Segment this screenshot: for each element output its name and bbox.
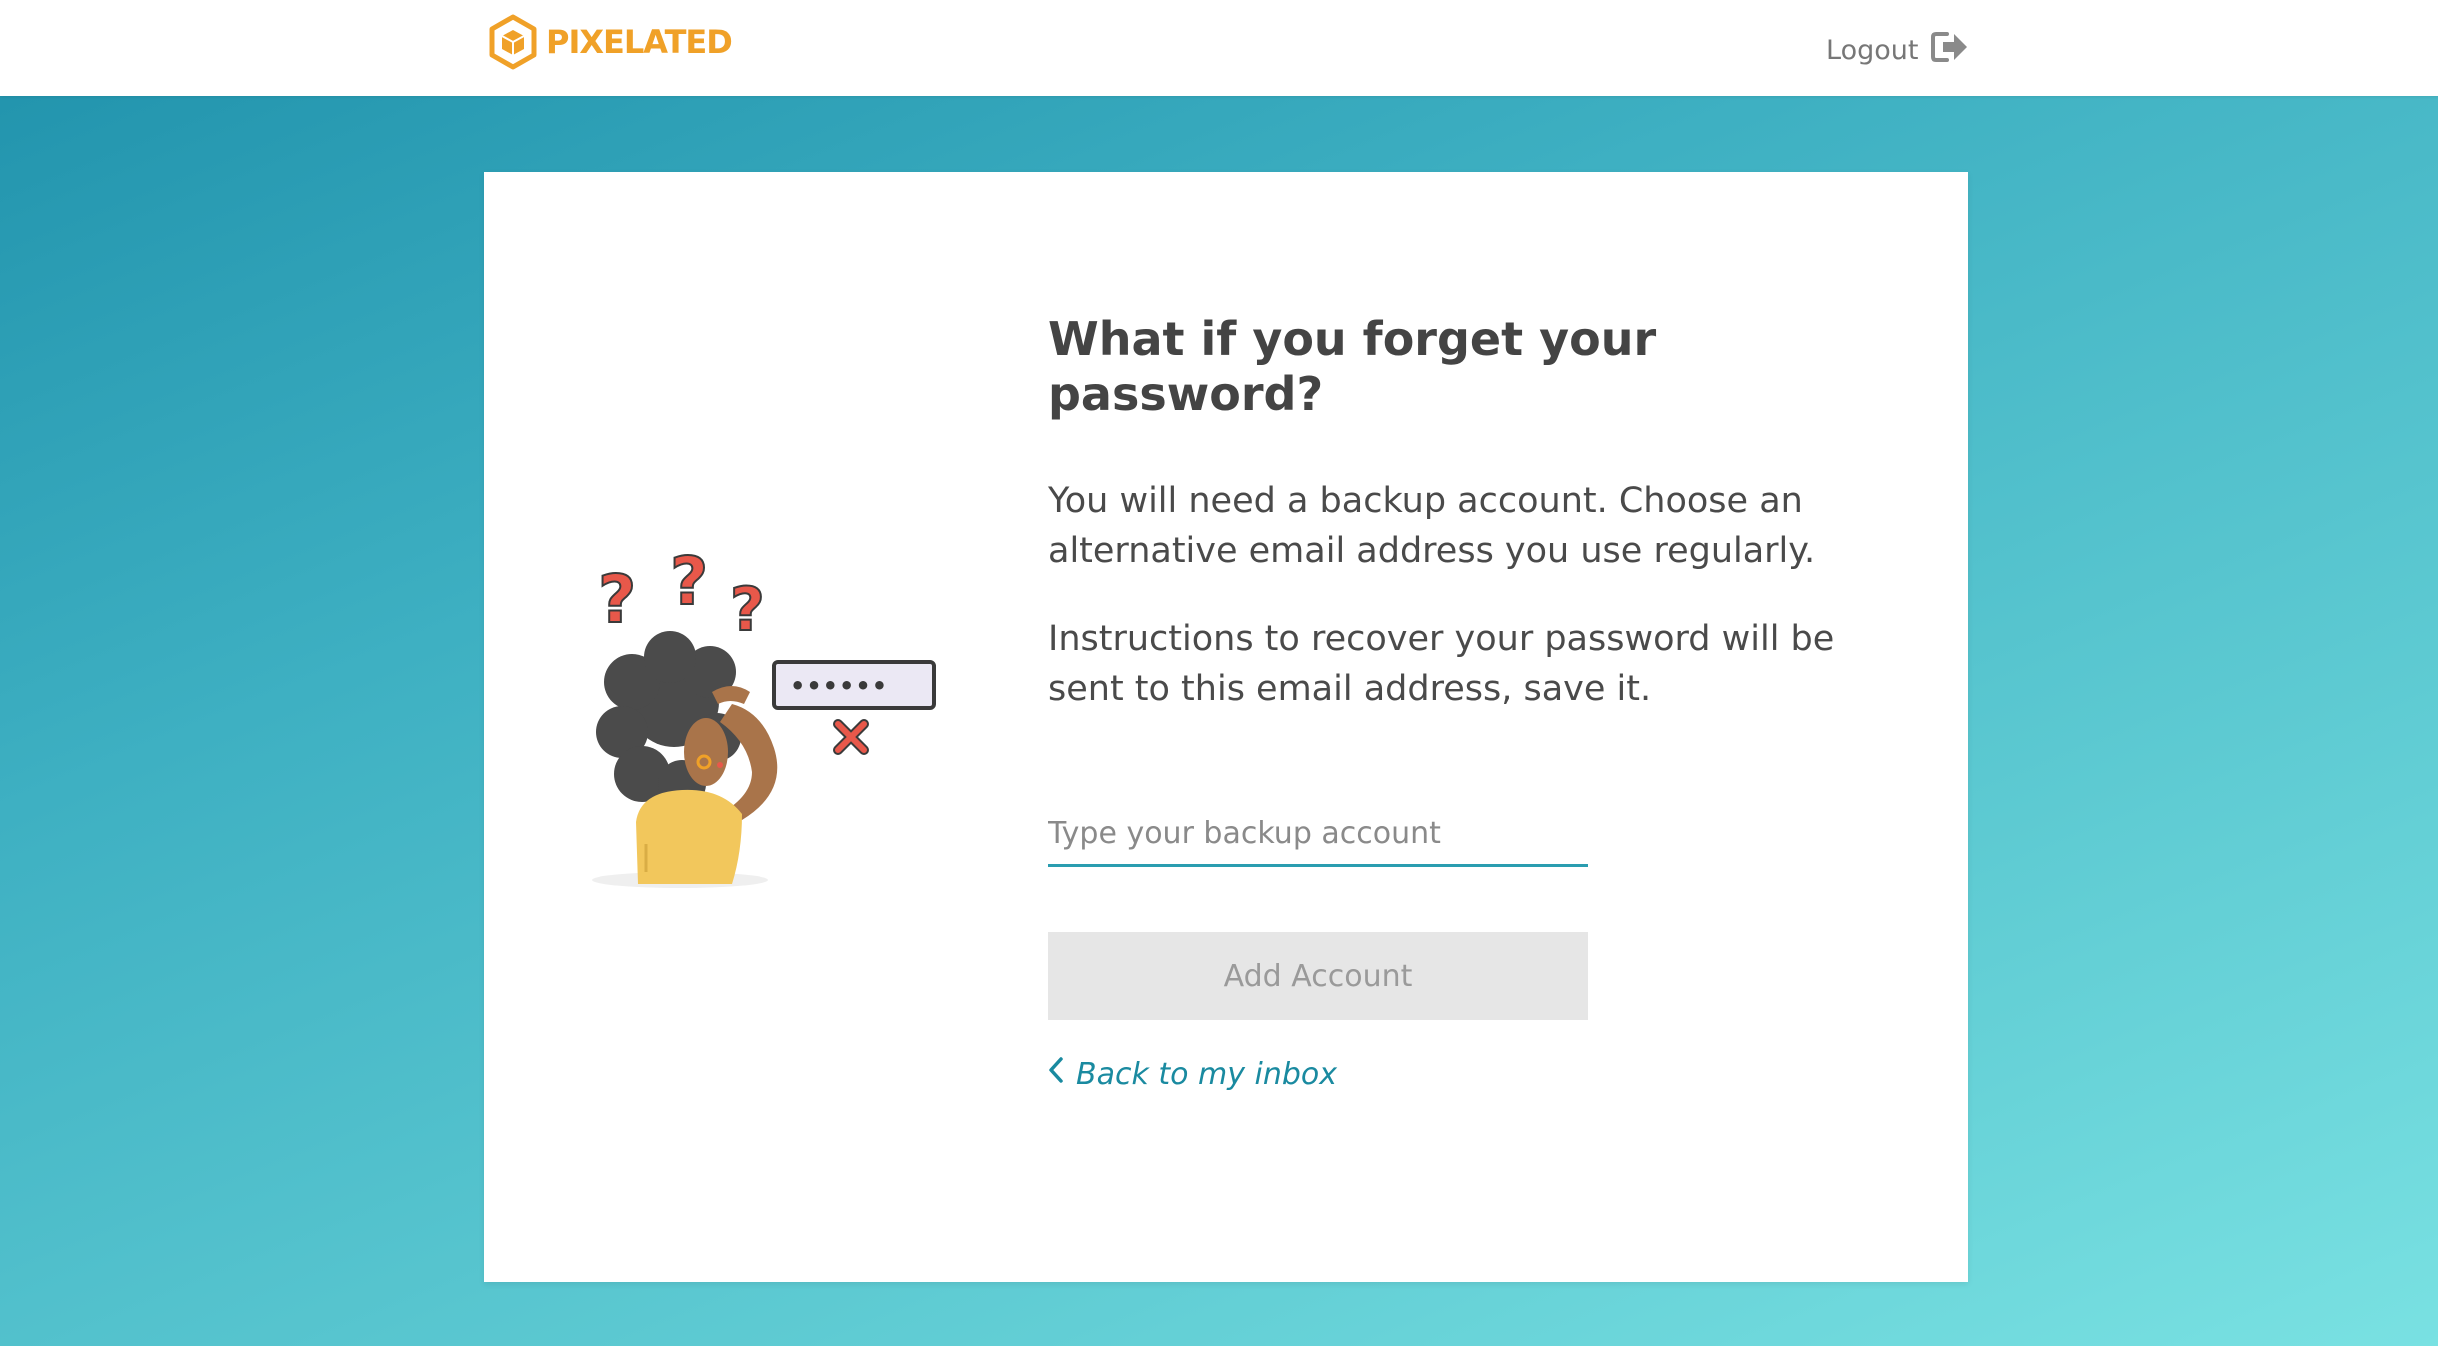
add-account-button[interactable]: Add Account xyxy=(1048,932,1588,1020)
backup-account-field xyxy=(1048,802,1588,867)
brand-name: PIXELATED xyxy=(546,23,733,61)
back-link-label: Back to my inbox xyxy=(1076,1056,1338,1092)
password-mask-text: •••••• xyxy=(790,672,888,700)
cube-logo-icon xyxy=(488,14,538,70)
logout-label: Logout xyxy=(1826,34,1919,66)
brand-logo[interactable]: PIXELATED xyxy=(488,12,733,72)
svg-text:?: ? xyxy=(730,575,765,645)
logout-button[interactable]: Logout xyxy=(1826,30,1970,70)
top-bar: PIXELATED Logout xyxy=(0,0,2438,96)
page-title: What if you forget your password? xyxy=(1048,312,1657,422)
backup-account-card: ? ? ? •••••• What if you forget your pas… xyxy=(484,172,1968,1282)
logout-arrow-icon xyxy=(1930,30,1970,71)
backup-account-input[interactable] xyxy=(1048,802,1588,864)
chevron-left-icon xyxy=(1048,1056,1064,1092)
back-to-inbox-link[interactable]: Back to my inbox xyxy=(1048,1052,1337,1096)
forgot-password-illustration: ? ? ? •••••• xyxy=(592,542,952,902)
svg-text:?: ? xyxy=(598,561,636,638)
backup-description: You will need a backup account. Choose a… xyxy=(1048,481,1816,572)
svg-text:?: ? xyxy=(670,552,708,620)
backup-info-section: What if you forget your password? You wi… xyxy=(1048,312,1888,714)
recovery-instructions: Instructions to recover your password wi… xyxy=(1048,619,1835,710)
